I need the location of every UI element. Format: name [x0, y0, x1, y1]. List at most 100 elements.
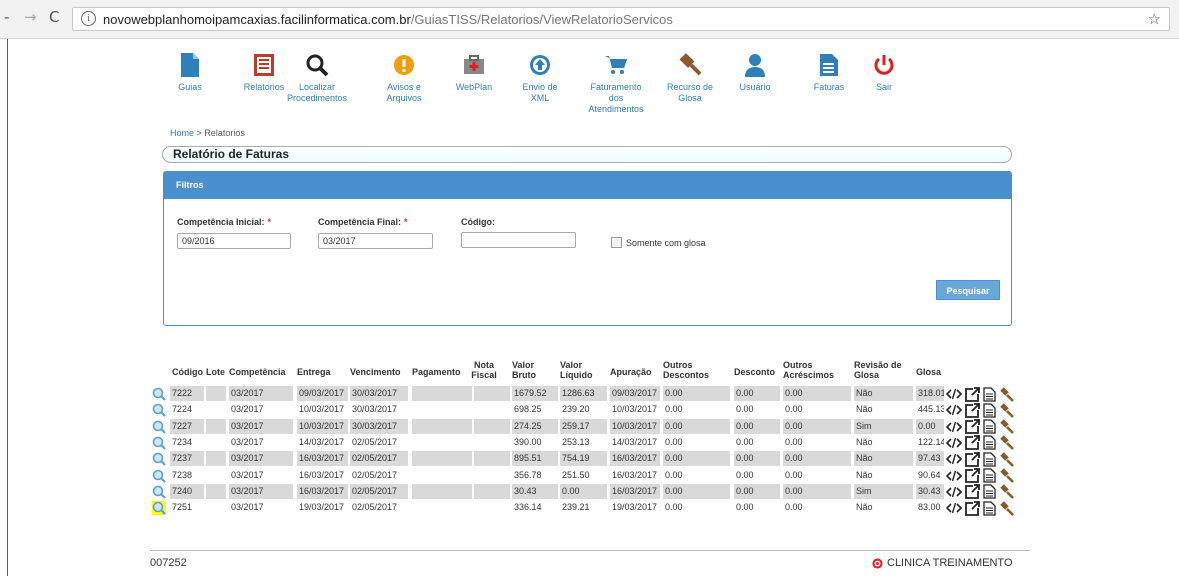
back-icon[interactable]: - — [4, 8, 9, 26]
code-xml-icon[interactable] — [946, 501, 962, 515]
open-external-icon[interactable] — [965, 402, 980, 418]
reload-icon[interactable]: C — [49, 8, 59, 26]
menu-item-faturamento[interactable]: Faturamento dos Atendimentos — [584, 48, 648, 115]
address-bar[interactable]: i novowebplanhomoipamcaxias.facilinforma… — [72, 7, 1170, 31]
codigo-input[interactable] — [461, 232, 576, 248]
footer-clinic: CLINICA TREINAMENTO — [872, 557, 1013, 569]
filters-header: Filtros — [164, 172, 1011, 199]
cell-glosa: 445.13 — [918, 404, 944, 415]
cell-vencimento: 02/05/2017 — [350, 451, 408, 467]
gavel-icon[interactable] — [999, 468, 1014, 483]
cell-revisao: Sim — [854, 483, 913, 499]
menu-item-recurso-glosa[interactable]: Recurso de Glosa — [664, 48, 716, 104]
gavel-icon[interactable] — [999, 419, 1014, 435]
clinic-logo-icon — [872, 557, 883, 569]
breadcrumb-home[interactable]: Home — [170, 128, 194, 138]
cell-liquido: 251.50 — [562, 469, 590, 480]
page-border-line — [7, 38, 8, 576]
code-xml-icon[interactable] — [946, 403, 962, 417]
competencia-final-input[interactable]: 03/2017 — [318, 233, 433, 249]
code-xml-icon[interactable] — [946, 485, 962, 499]
somente-glosa-checkbox[interactable] — [611, 237, 622, 248]
table-row: 7238 03/2017 16/03/2017 02/05/2017 356.78 251… — [150, 468, 1030, 484]
row-actions — [946, 435, 1014, 451]
cell-desconto: 0.00 — [734, 483, 780, 499]
col-nota-fiscal: Nota Fiscal — [471, 360, 497, 380]
pesquisar-button[interactable]: Pesquisar — [936, 280, 1000, 300]
cell-nota — [474, 386, 510, 401]
menu-item-usuario[interactable]: Usuário — [730, 48, 780, 93]
code-xml-icon[interactable] — [946, 420, 962, 434]
menu-item-sair[interactable]: Sair — [864, 48, 904, 93]
view-details-icon[interactable] — [152, 452, 166, 466]
cell-pagamento — [412, 435, 472, 450]
open-external-icon[interactable] — [965, 484, 980, 500]
cell-outros-desc: 0.00 — [665, 436, 683, 447]
cell-bruto: 274.25 — [512, 418, 558, 434]
document-icon[interactable] — [983, 419, 996, 434]
info-icon[interactable]: i — [81, 11, 96, 26]
upload-icon — [515, 48, 565, 82]
url-text[interactable]: novowebplanhomoipamcaxias.facilinformati… — [103, 12, 673, 27]
cell-revisao: Não — [856, 436, 873, 447]
code-xml-icon[interactable] — [946, 469, 962, 483]
bookmark-star-icon[interactable]: ☆ — [1148, 10, 1161, 28]
document-icon[interactable] — [983, 468, 996, 483]
menu-label: Envio de XML — [522, 82, 558, 103]
menu-item-guias[interactable]: Guias — [170, 48, 210, 93]
view-details-icon[interactable] — [152, 501, 166, 516]
table-row: 7240 03/2017 16/03/2017 02/05/2017 30.43 0.00… — [150, 483, 1030, 500]
view-details-icon[interactable] — [152, 387, 166, 401]
code-xml-icon[interactable] — [946, 436, 962, 450]
cell-lote — [206, 468, 226, 483]
cell-revisao: Não — [856, 469, 873, 480]
gavel-icon[interactable] — [999, 435, 1014, 451]
cell-revisao: Não — [856, 404, 873, 415]
menu-item-envio-xml[interactable]: Envio de XML — [515, 48, 565, 104]
view-details-icon[interactable] — [152, 485, 166, 499]
open-external-icon[interactable] — [965, 468, 980, 483]
cell-competencia: 03/2017 — [229, 483, 293, 499]
document-icon[interactable] — [983, 484, 996, 499]
cell-entrega: 10/03/2017 — [297, 418, 348, 434]
cell-lote — [206, 435, 226, 450]
competencia-inicial-input[interactable]: 09/2016 — [177, 233, 291, 249]
menu-item-avisos-arquivos[interactable]: Avisos e Arquivos — [382, 48, 426, 104]
gavel-icon[interactable] — [999, 403, 1014, 418]
open-external-icon[interactable] — [965, 419, 980, 434]
cell-nota — [474, 402, 510, 417]
cell-vencimento: 30/03/2017 — [350, 386, 408, 401]
gavel-icon[interactable] — [999, 484, 1014, 500]
menu-item-faturas[interactable]: Faturas — [806, 48, 852, 93]
cell-codigo: 7234 — [172, 436, 193, 447]
code-xml-icon[interactable] — [946, 452, 962, 466]
open-external-icon[interactable] — [965, 386, 980, 402]
gavel-icon[interactable] — [999, 451, 1014, 467]
cell-nota — [474, 418, 510, 434]
document-icon[interactable] — [983, 452, 996, 467]
menu-item-localizar-procedimentos[interactable]: Localizar Procedimentos — [282, 48, 352, 104]
view-details-icon[interactable] — [152, 403, 166, 418]
open-external-icon[interactable] — [965, 435, 980, 451]
gavel-icon[interactable] — [999, 386, 1014, 402]
cell-pagamento — [412, 500, 472, 515]
view-details-icon[interactable] — [152, 436, 166, 450]
menu-item-webplan[interactable]: WebPlan — [452, 48, 496, 93]
view-details-icon[interactable] — [152, 469, 166, 483]
document-icon[interactable] — [983, 500, 996, 516]
open-external-icon[interactable] — [965, 500, 980, 516]
document-icon[interactable] — [983, 403, 996, 418]
code-xml-icon[interactable] — [946, 387, 962, 401]
cell-lote — [206, 418, 226, 434]
gavel-icon[interactable] — [999, 500, 1014, 516]
menu-label: Recurso de Glosa — [666, 82, 714, 103]
col-desconto: Desconto — [734, 367, 776, 377]
cell-lote — [206, 451, 226, 467]
cell-desconto: 0.00 — [736, 502, 754, 513]
document-icon[interactable] — [983, 386, 996, 402]
url-host: novowebplanhomoipamcaxias.facilinformati… — [103, 12, 411, 27]
open-external-icon[interactable] — [965, 451, 980, 467]
forward-icon[interactable]: → — [24, 8, 37, 26]
document-icon[interactable] — [983, 435, 996, 451]
view-details-icon[interactable] — [152, 420, 166, 434]
